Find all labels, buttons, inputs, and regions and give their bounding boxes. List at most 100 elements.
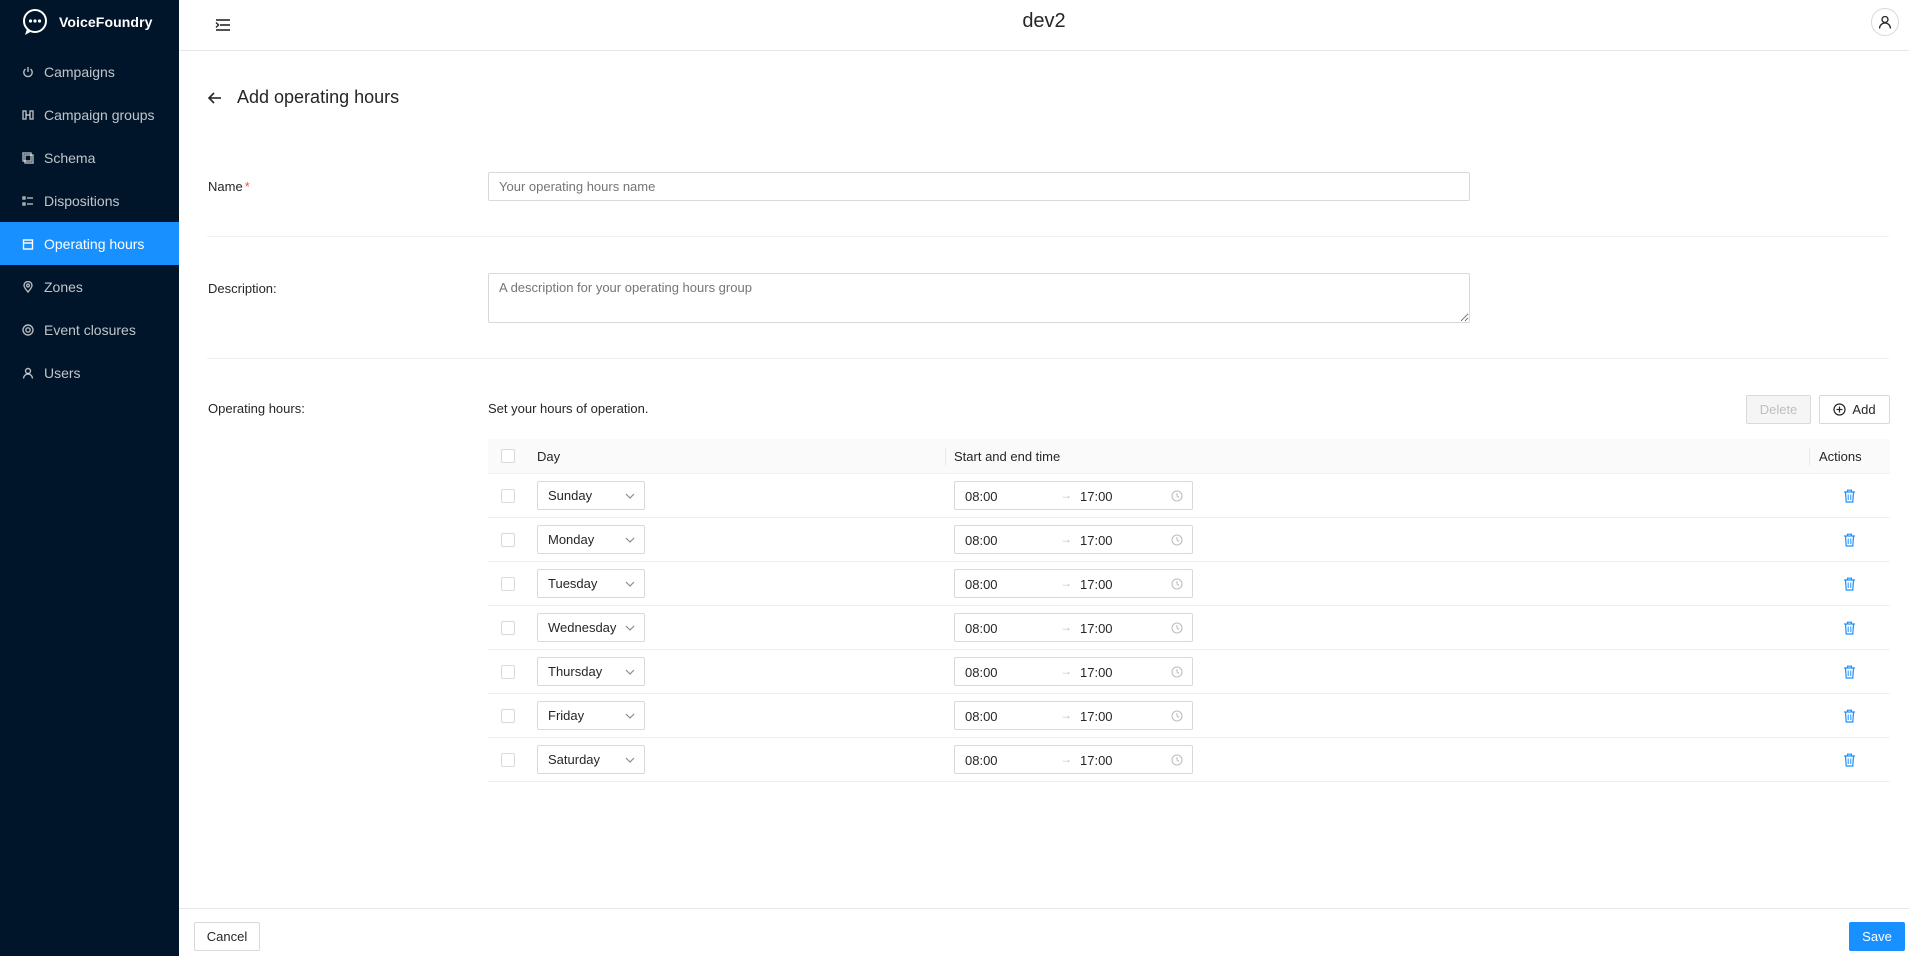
required-mark: *: [244, 179, 250, 194]
divider: [207, 358, 1889, 359]
end-time[interactable]: 17:00: [1080, 709, 1113, 724]
row-checkbox[interactable]: [501, 621, 515, 635]
row-checkbox[interactable]: [501, 753, 515, 767]
day-select[interactable]: Sunday: [537, 481, 645, 510]
add-button[interactable]: Add: [1819, 395, 1890, 424]
row-checkbox[interactable]: [501, 709, 515, 723]
day-select[interactable]: Wednesday: [537, 613, 645, 642]
clock-icon: [1171, 754, 1183, 766]
user-avatar-button[interactable]: [1871, 8, 1899, 36]
back-arrow-icon[interactable]: [207, 90, 223, 106]
table-header: Day Start and end time Actions: [488, 439, 1890, 474]
start-time[interactable]: 08:00: [965, 621, 998, 636]
table-body: Sunday 08:00 → 17:00 Monday 08:00 → 17:00 Tuesda…: [488, 474, 1890, 782]
description-textarea[interactable]: [488, 273, 1470, 323]
table-row: Thursday 08:00 → 17:00: [488, 650, 1890, 694]
delete-row-trash-icon[interactable]: [1843, 709, 1856, 723]
time-range-picker[interactable]: 08:00 → 17:00: [954, 525, 1193, 554]
arrow-right-icon: →: [1060, 708, 1072, 722]
end-time[interactable]: 17:00: [1080, 533, 1113, 548]
operating-hours-label: Operating hours:: [208, 401, 305, 416]
start-time[interactable]: 08:00: [965, 489, 998, 504]
day-select-value: Tuesday: [548, 576, 598, 591]
select-all-checkbox[interactable]: [501, 449, 515, 463]
clock-icon: [1171, 534, 1183, 546]
name-label-text: Name: [208, 179, 243, 194]
table-row: Sunday 08:00 → 17:00: [488, 474, 1890, 518]
sidebar-item-zones[interactable]: Zones: [0, 265, 179, 308]
time-range-picker[interactable]: 08:00 → 17:00: [954, 481, 1193, 510]
cancel-button[interactable]: Cancel: [194, 922, 260, 951]
sidebar-item-operating-hours[interactable]: Operating hours: [0, 222, 179, 265]
end-time[interactable]: 17:00: [1080, 489, 1113, 504]
delete-row-trash-icon[interactable]: [1843, 621, 1856, 635]
delete-row-trash-icon[interactable]: [1843, 533, 1856, 547]
sidebar-item-label: Campaigns: [44, 63, 115, 80]
sidebar-item-event-closures[interactable]: Event closures: [0, 308, 179, 351]
chevron-down-icon: [625, 669, 635, 675]
end-time[interactable]: 17:00: [1080, 665, 1113, 680]
delete-row-trash-icon[interactable]: [1843, 753, 1856, 767]
location-pin-icon: [22, 280, 34, 293]
day-select[interactable]: Thursday: [537, 657, 645, 686]
delete-button[interactable]: Delete: [1746, 395, 1811, 424]
row-checkbox[interactable]: [501, 489, 515, 503]
day-select[interactable]: Friday: [537, 701, 645, 730]
time-range-picker[interactable]: 08:00 → 17:00: [954, 569, 1193, 598]
list-icon: [22, 195, 34, 207]
divider: [207, 236, 1889, 237]
day-select[interactable]: Monday: [537, 525, 645, 554]
arrow-right-icon: →: [1060, 664, 1072, 678]
chevron-down-icon: [625, 581, 635, 587]
top-header: dev2: [179, 0, 1909, 51]
user-icon: [1878, 15, 1892, 29]
row-checkbox[interactable]: [501, 665, 515, 679]
sidebar-item-schema[interactable]: Schema: [0, 136, 179, 179]
start-time[interactable]: 08:00: [965, 709, 998, 724]
sidebar-item-label: Campaign groups: [44, 106, 155, 123]
delete-row-trash-icon[interactable]: [1843, 489, 1856, 503]
delete-row-trash-icon[interactable]: [1843, 665, 1856, 679]
row-checkbox[interactable]: [501, 533, 515, 547]
table-row: Monday 08:00 → 17:00: [488, 518, 1890, 562]
start-time[interactable]: 08:00: [965, 753, 998, 768]
name-input[interactable]: [488, 172, 1470, 201]
day-select-value: Saturday: [548, 752, 601, 767]
day-select[interactable]: Tuesday: [537, 569, 645, 598]
start-time[interactable]: 08:00: [965, 665, 998, 680]
start-time[interactable]: 08:00: [965, 577, 998, 592]
clock-icon: [1171, 710, 1183, 722]
user-icon: [22, 367, 34, 379]
sidebar-item-campaigns[interactable]: Campaigns: [0, 50, 179, 93]
end-time[interactable]: 17:00: [1080, 753, 1113, 768]
time-range-picker[interactable]: 08:00 → 17:00: [954, 745, 1193, 774]
day-select-value: Monday: [548, 532, 595, 547]
end-time[interactable]: 17:00: [1080, 621, 1113, 636]
end-time[interactable]: 17:00: [1080, 577, 1113, 592]
save-button[interactable]: Save: [1849, 922, 1905, 951]
day-select-value: Friday: [548, 708, 585, 723]
sidebar-item-dispositions[interactable]: Dispositions: [0, 179, 179, 222]
clock-icon: [1171, 622, 1183, 634]
row-checkbox[interactable]: [501, 577, 515, 591]
column-header-actions: Actions: [1819, 449, 1862, 464]
time-range-picker[interactable]: 08:00 → 17:00: [954, 613, 1193, 642]
sidebar: VoiceFoundry Campaigns Campaign groups S…: [0, 0, 179, 956]
day-select-value: Sunday: [548, 488, 593, 503]
column-separator: [1809, 448, 1810, 465]
sidebar-item-users[interactable]: Users: [0, 351, 179, 394]
time-range-picker[interactable]: 08:00 → 17:00: [954, 701, 1193, 730]
power-icon: [22, 66, 34, 78]
column-separator: [945, 448, 946, 465]
brand[interactable]: VoiceFoundry: [0, 0, 179, 44]
operating-hours-table: Day Start and end time Actions Sunday 08:…: [488, 439, 1890, 782]
day-select[interactable]: Saturday: [537, 745, 645, 774]
start-time[interactable]: 08:00: [965, 533, 998, 548]
sidebar-nav: Campaigns Campaign groups Schema Disposi…: [0, 50, 179, 394]
sidebar-item-campaign-groups[interactable]: Campaign groups: [0, 93, 179, 136]
name-label: Name *: [208, 179, 250, 194]
arrow-right-icon: →: [1060, 576, 1072, 590]
table-row: Wednesday 08:00 → 17:00: [488, 606, 1890, 650]
delete-row-trash-icon[interactable]: [1843, 577, 1856, 591]
time-range-picker[interactable]: 08:00 → 17:00: [954, 657, 1193, 686]
